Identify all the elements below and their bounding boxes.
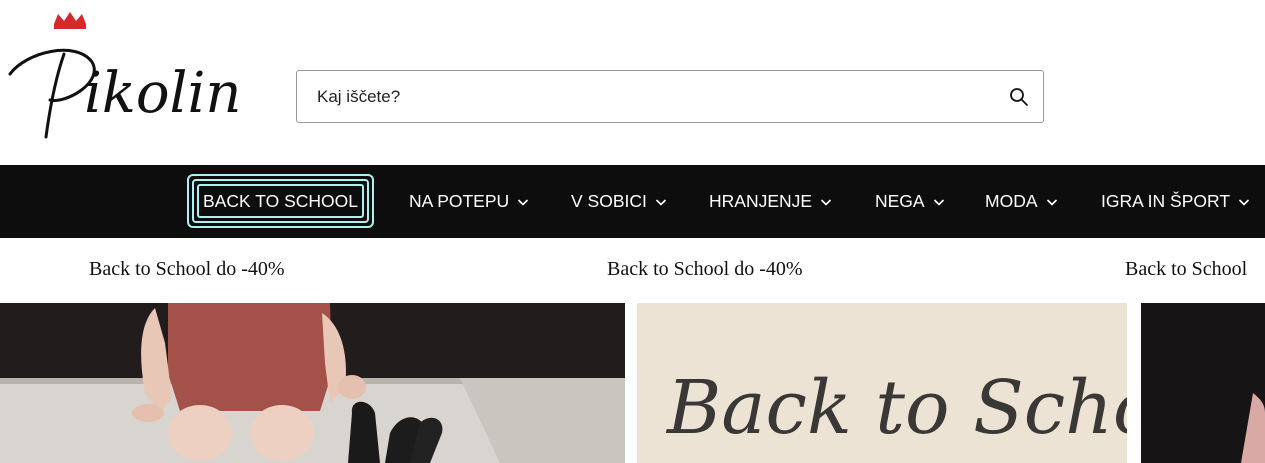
nav-item-hranjenje[interactable]: HRANJENJE [709,165,832,238]
nav-item-label: BACK TO SCHOOL [203,190,358,211]
nav-item-label: MODA [985,191,1038,211]
crown-icon [54,12,86,24]
child-photo-illustration [0,303,625,463]
chevron-down-icon [518,198,529,206]
promo-message[interactable]: Back to School [1125,258,1247,281]
nav-item-nega[interactable]: NEGA [875,165,945,238]
nav-item-igra-in-sport[interactable]: IGRA IN ŠPORT [1101,165,1250,238]
chevron-down-icon [1238,198,1250,206]
banner-child-photo[interactable] [0,303,625,463]
chevron-down-icon [933,198,944,206]
nav-item-label: HRANJENJE [709,191,813,211]
chevron-down-icon [655,198,666,206]
search-icon[interactable] [1009,87,1029,107]
nav-item-label: V SOBICI [571,191,647,211]
promo-message[interactable]: Back to School do -40% [89,258,285,281]
chevron-down-icon [1046,198,1057,206]
back-to-school-script-graphic: Back to School [637,303,1127,463]
site-header: ikolin [0,0,1265,165]
svg-text:ikolin: ikolin [84,61,241,126]
nav-item-na-potepu[interactable]: NA POTEPU [409,165,529,238]
nav-item-label: NEGA [875,191,925,211]
search-box[interactable] [296,70,1044,123]
nav-item-moda[interactable]: MODA [985,165,1058,238]
main-navigation: BACK TO SCHOOL NA POTEPU V SOBICI HRANJE… [0,165,1265,238]
nav-item-label: NA POTEPU [409,191,510,211]
nav-item-back-to-school[interactable]: BACK TO SCHOOL [187,174,374,228]
banner-back-to-school[interactable]: Back to School [637,303,1127,463]
chevron-down-icon [821,198,832,206]
right-photo-illustration [1141,303,1265,463]
search-input[interactable] [317,71,997,122]
banner-right-photo[interactable] [1141,303,1265,463]
nav-item-v-sobici[interactable]: V SOBICI [571,165,667,238]
promo-marquee: Back to School do -40% Back to School do… [0,238,1265,303]
promo-message[interactable]: Back to School do -40% [607,258,803,281]
hero-banners: Back to School [0,303,1265,463]
pikolin-logo[interactable]: ikolin [6,12,268,142]
logo-graphic: ikolin [8,12,241,139]
script-text: Back to School [665,365,1127,451]
nav-item-label: IGRA IN ŠPORT [1101,191,1231,211]
